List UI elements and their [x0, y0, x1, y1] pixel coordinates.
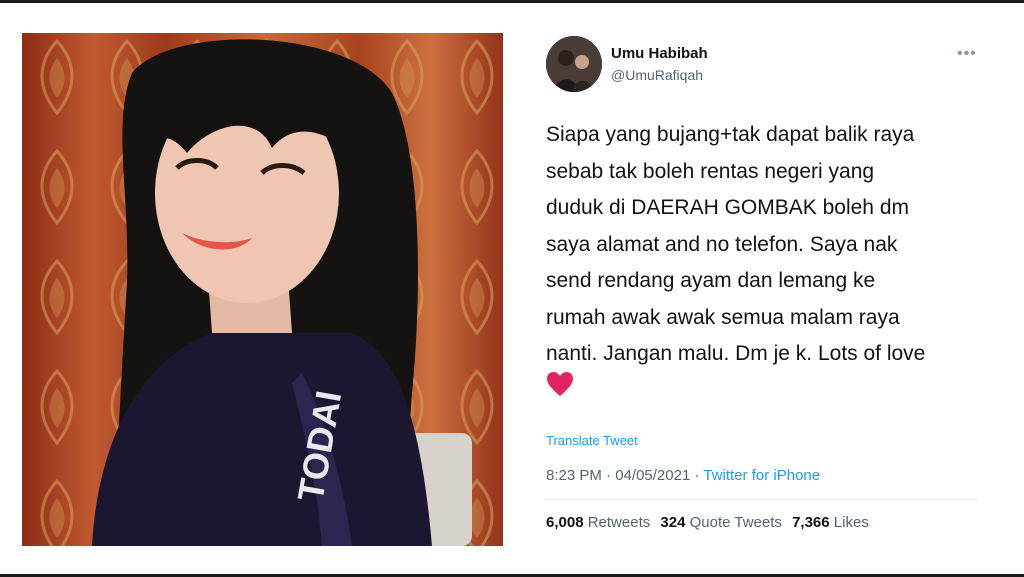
red-heart-icon — [547, 372, 573, 396]
tweet-text-line: sebab tak boleh rentas negeri yang — [546, 159, 875, 183]
tweet-text-line: saya alamat and no telefon. Saya nak — [546, 232, 898, 256]
quote-tweets-count: 324 — [660, 514, 686, 531]
tweet-time[interactable]: 8:23 PM — [546, 467, 602, 484]
tweet-text-line: rumah awak awak semua malam raya — [546, 305, 900, 329]
tweet-text: Siapa yang bujang+tak dapat balik raya s… — [546, 117, 986, 373]
tweet-text-line: Siapa yang bujang+tak dapat balik raya — [546, 123, 915, 146]
likes-label: Likes — [833, 514, 869, 531]
quote-tweets-label: Quote Tweets — [689, 514, 782, 531]
retweets-stat[interactable]: 6,008 Retweets — [546, 514, 650, 531]
tweet-text-line: duduk di DAERAH GOMBAK boleh dm — [546, 196, 909, 219]
tweet-photo[interactable]: TODAI — [22, 33, 503, 546]
likes-stat[interactable]: 7,366 Likes — [792, 514, 869, 531]
retweets-label: Retweets — [587, 514, 651, 531]
top-border — [0, 0, 1024, 3]
more-horizontal-icon[interactable]: ••• — [957, 46, 977, 62]
meta-separator: · — [694, 467, 700, 484]
tweet-date[interactable]: 04/05/2021 — [615, 467, 690, 484]
photo-illustration: TODAI — [22, 33, 503, 546]
tweet-metadata: 8:23 PM · 04/05/2021 · Twitter for iPhon… — [546, 467, 820, 484]
meta-separator: · — [606, 467, 612, 484]
translate-tweet-link[interactable]: Translate Tweet — [546, 433, 638, 448]
divider — [546, 499, 978, 500]
user-handle[interactable]: @UmuRafiqah — [611, 67, 703, 83]
tweet-stats: 6,008 Retweets 324 Quote Tweets 7,366 Li… — [546, 514, 875, 531]
display-name[interactable]: Umu Habibah — [611, 45, 708, 62]
retweets-count: 6,008 — [546, 514, 584, 531]
quote-tweets-stat[interactable]: 324 Quote Tweets — [660, 514, 781, 531]
tweet-text-line: send rendang ayam dan lemang ke — [546, 269, 876, 292]
tweet-text-line: nanti. Jangan malu. Dm je k. Lots of lov… — [546, 342, 926, 365]
likes-count: 7,366 — [792, 514, 830, 531]
tweet-source-link[interactable]: Twitter for iPhone — [703, 467, 820, 484]
avatar[interactable] — [546, 36, 602, 92]
